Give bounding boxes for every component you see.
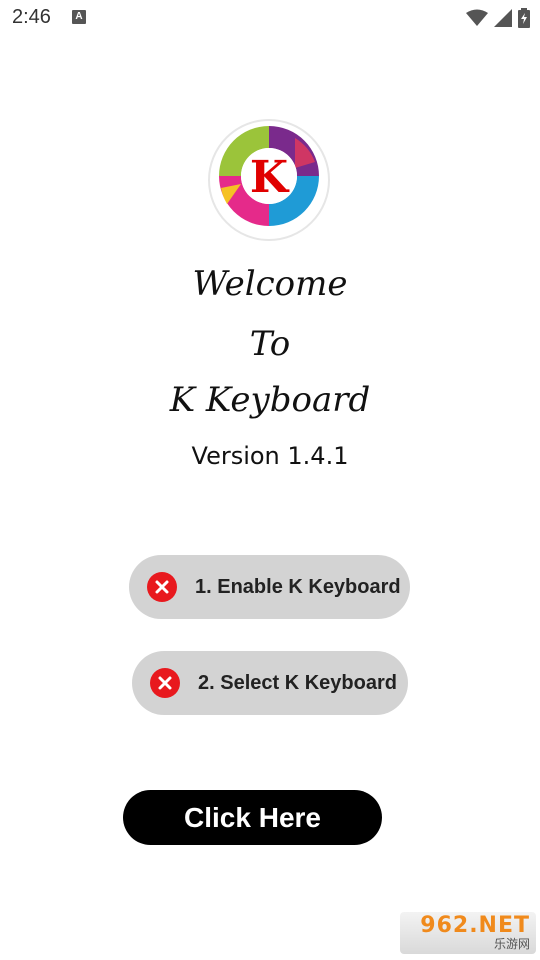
watermark-sub: 乐游网	[493, 937, 530, 951]
watermark-logo: 962.NET 乐游网	[400, 912, 536, 954]
wifi-icon	[466, 9, 488, 26]
status-bar: 2:46 A	[0, 0, 540, 36]
enable-keyboard-button[interactable]: 1. Enable K Keyboard	[129, 555, 410, 619]
enable-keyboard-label: 1. Enable K Keyboard	[195, 575, 401, 598]
select-keyboard-label: 2. Select K Keyboard	[198, 671, 397, 694]
x-icon	[150, 668, 180, 698]
status-icons	[466, 8, 530, 28]
notification-a-icon: A	[72, 10, 86, 24]
welcome-line-2: To	[249, 324, 291, 364]
app-name-title: K Keyboard	[169, 380, 371, 420]
click-here-button[interactable]: Click Here	[123, 790, 382, 845]
app-logo: K	[207, 118, 331, 242]
battery-icon	[518, 8, 530, 28]
logo-letter: K	[250, 152, 290, 203]
version-label: Version 1.4.1	[191, 442, 349, 470]
welcome-line-1: Welcome	[192, 264, 348, 304]
select-keyboard-button[interactable]: 2. Select K Keyboard	[132, 651, 408, 715]
watermark-main: 962.NET	[420, 913, 530, 938]
status-time: 2:46	[12, 6, 51, 28]
x-icon	[147, 572, 177, 602]
signal-icon	[494, 9, 512, 27]
